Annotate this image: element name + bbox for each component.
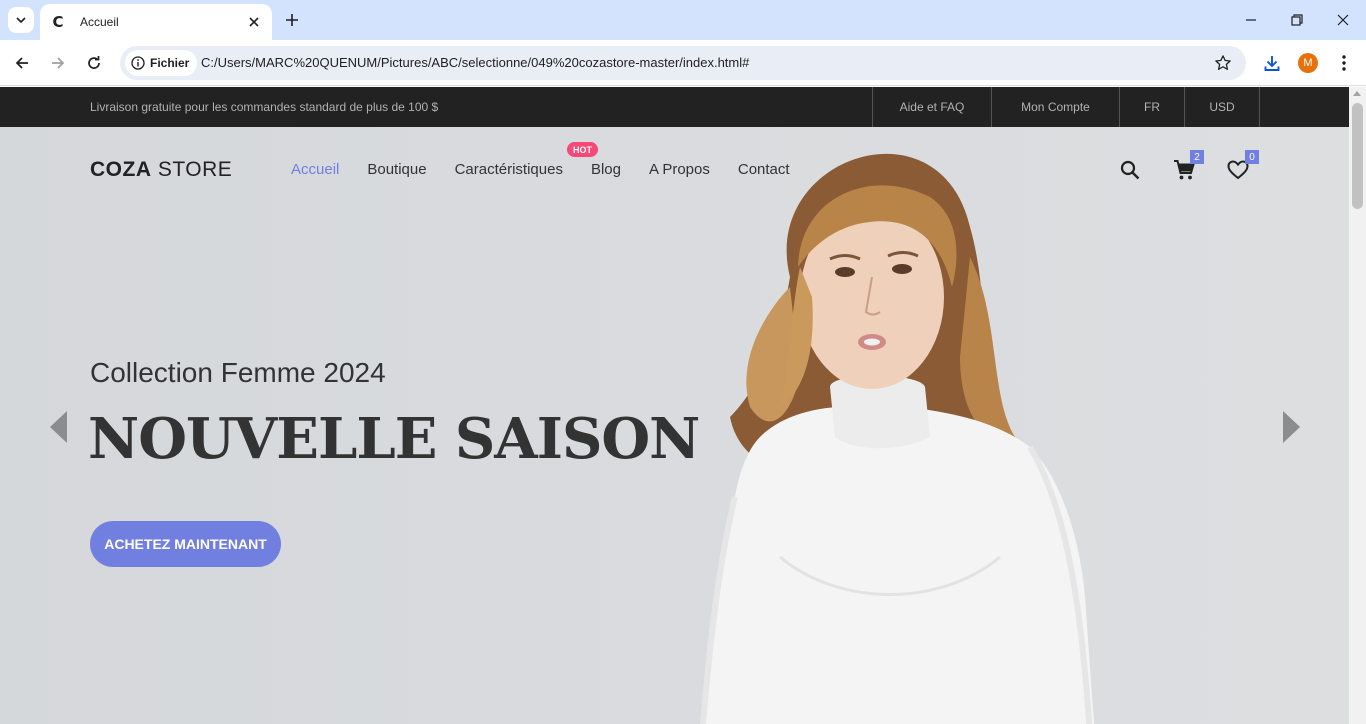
page-scrollbar[interactable] <box>1349 87 1366 724</box>
shop-now-button[interactable]: ACHETEZ MAINTENANT <box>90 521 281 567</box>
more-vertical-icon <box>1342 55 1346 71</box>
menu-item-blog[interactable]: Blog <box>591 161 621 178</box>
restore-icon <box>1291 14 1303 26</box>
browser-menu-button[interactable] <box>1333 52 1355 74</box>
address-bar[interactable]: Fichier C:/Users/MARC%20QUENUM/Pictures/… <box>120 46 1246 80</box>
close-window-button[interactable] <box>1330 8 1356 32</box>
my-account-link[interactable]: Mon Compte <box>992 87 1120 127</box>
close-icon <box>1337 14 1349 26</box>
browser-tabstrip: C Accueil <box>0 0 1366 40</box>
search-button[interactable] <box>1118 158 1142 182</box>
arrow-right-icon <box>52 57 65 69</box>
minimize-button[interactable] <box>1238 8 1264 32</box>
site-favicon-icon: C <box>52 13 64 31</box>
scroll-up-arrow-icon[interactable] <box>1353 91 1361 96</box>
slider-next-arrow-icon[interactable] <box>1282 411 1300 443</box>
browser-tab[interactable]: C Accueil <box>40 4 272 40</box>
hero-subtitle: Collection Femme 2024 <box>90 357 386 388</box>
main-menu: Accueil Boutique Caractéristiques Blog A… <box>291 161 818 178</box>
currency-link[interactable]: USD <box>1185 87 1260 127</box>
bookmark-star-icon[interactable] <box>1214 54 1232 72</box>
menu-item-contact[interactable]: Contact <box>738 161 790 178</box>
menu-item-a-propos[interactable]: A Propos <box>649 161 710 178</box>
tab-title: Accueil <box>80 15 119 29</box>
free-shipping-text: Livraison gratuite pour les commandes st… <box>90 100 439 114</box>
page-viewport: Livraison gratuite pour les commandes st… <box>0 87 1349 724</box>
logo-bold-text: COZA <box>90 158 152 181</box>
top-bar-links: Aide et FAQ Mon Compte FR USD <box>872 87 1260 127</box>
close-icon <box>249 17 259 27</box>
reload-button[interactable] <box>82 51 106 75</box>
minimize-icon <box>1246 19 1256 21</box>
wishlist-count-badge: 0 <box>1245 150 1259 164</box>
info-icon <box>131 56 145 70</box>
top-bar: Livraison gratuite pour les commandes st… <box>0 87 1349 127</box>
chevron-down-icon <box>16 17 26 24</box>
download-icon <box>1264 56 1280 71</box>
cart-count-badge: 2 <box>1190 150 1204 164</box>
scrollbar-thumb[interactable] <box>1352 103 1363 209</box>
logo-rest-text: STORE <box>151 158 233 181</box>
language-link[interactable]: FR <box>1120 87 1185 127</box>
hero-slider: COZA STORE Accueil Boutique Caractéristi… <box>0 127 1349 724</box>
hero-model-image <box>700 153 1095 724</box>
plus-icon <box>286 14 298 26</box>
new-tab-button[interactable] <box>282 10 302 30</box>
url-text[interactable]: C:/Users/MARC%20QUENUM/Pictures/ABC/sele… <box>201 55 749 70</box>
browser-toolbar: Fichier C:/Users/MARC%20QUENUM/Pictures/… <box>0 40 1366 86</box>
back-button[interactable] <box>10 51 34 75</box>
menu-item-caracteristiques[interactable]: Caractéristiques <box>455 161 563 178</box>
menu-item-boutique[interactable]: Boutique <box>367 161 426 178</box>
tab-close-button[interactable] <box>246 14 262 30</box>
hero-headline: NOUVELLE SAISON <box>88 406 700 472</box>
arrow-left-icon <box>15 57 28 69</box>
site-logo[interactable]: COZA STORE <box>90 158 232 182</box>
hot-badge: HOT <box>567 142 598 157</box>
search-icon <box>1120 160 1140 180</box>
chip-label: Fichier <box>150 56 190 70</box>
forward-button[interactable] <box>46 51 70 75</box>
help-faq-link[interactable]: Aide et FAQ <box>873 87 992 127</box>
downloads-button[interactable] <box>1261 52 1283 74</box>
tab-search-button[interactable] <box>8 7 34 33</box>
restore-button[interactable] <box>1284 8 1310 32</box>
reload-icon <box>88 56 100 69</box>
profile-avatar[interactable]: M <box>1298 53 1318 73</box>
site-info-chip[interactable]: Fichier <box>125 50 198 76</box>
menu-item-accueil[interactable]: Accueil <box>291 161 339 178</box>
slider-prev-arrow-icon[interactable] <box>50 411 68 443</box>
site-header: COZA STORE Accueil Boutique Caractéristi… <box>0 127 1349 213</box>
